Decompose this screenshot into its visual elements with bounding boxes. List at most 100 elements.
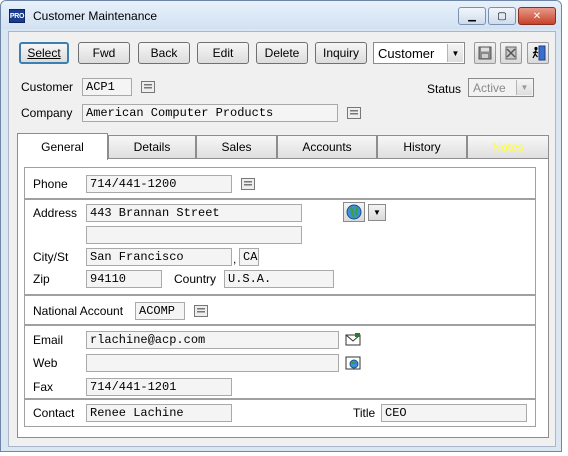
delete-record-button[interactable] xyxy=(500,42,522,64)
fwd-button[interactable]: Fwd xyxy=(78,42,130,64)
tab-details-label: Details xyxy=(133,140,171,154)
national-account-lookup-button[interactable] xyxy=(192,302,210,320)
contact-section: Contact Renee Lachine Title CEO xyxy=(24,399,536,427)
phone-lookup-button[interactable] xyxy=(239,175,257,193)
address-line2-field[interactable] xyxy=(86,226,302,244)
save-button[interactable] xyxy=(474,42,496,64)
client-area: Select Fwd Back Edit Delete Inquiry Cust… xyxy=(8,31,556,447)
close-button[interactable]: ✕ xyxy=(518,7,556,25)
status-select[interactable]: Active ▼ xyxy=(468,78,534,97)
tab-strip: General Details Sales Accounts History N… xyxy=(17,133,549,160)
national-account-section: National Account ACOMP xyxy=(24,295,536,325)
map-button[interactable] xyxy=(343,202,365,222)
lookup-icon xyxy=(241,178,255,190)
lookup-icon xyxy=(141,81,155,93)
national-account-label: National Account xyxy=(33,304,124,318)
minimize-button[interactable]: ▁ xyxy=(458,7,486,25)
tab-general[interactable]: General xyxy=(17,133,108,160)
company-field[interactable]: American Computer Products xyxy=(82,104,338,122)
city-state-separator: , xyxy=(233,252,237,266)
maximize-button[interactable]: ▢ xyxy=(488,7,516,25)
contact-channels-section: Email rlachine@acp.com Web Fax 714/441-1… xyxy=(24,325,536,399)
national-account-field[interactable]: ACOMP xyxy=(135,302,185,320)
app-icon: PRO xyxy=(9,9,25,23)
save-icon xyxy=(478,46,492,60)
email-field[interactable]: rlachine@acp.com xyxy=(86,331,339,349)
tab-accounts-label: Accounts xyxy=(302,140,352,154)
phone-label: Phone xyxy=(33,177,68,191)
email-field-value: rlachine@acp.com xyxy=(90,333,206,347)
phone-field[interactable]: 714/441-1200 xyxy=(86,175,232,193)
close-icon: ✕ xyxy=(532,10,542,22)
lookup-icon xyxy=(194,305,208,317)
contact-field-value: Renee Lachine xyxy=(90,406,184,420)
contact-label: Contact xyxy=(33,406,75,420)
edit-button[interactable]: Edit xyxy=(197,42,249,64)
exit-button[interactable] xyxy=(527,42,549,64)
address-section: Address 443 Brannan Street ▼ City/St San… xyxy=(24,199,536,295)
city-field-value: San Francisco xyxy=(90,250,184,264)
phone-field-value: 714/441-1200 xyxy=(90,177,177,191)
contact-field[interactable]: Renee Lachine xyxy=(86,404,232,422)
delete-record-icon xyxy=(505,46,517,60)
select-button[interactable]: Select xyxy=(19,42,69,64)
exit-icon xyxy=(532,45,546,61)
open-web-button[interactable] xyxy=(344,354,362,372)
tab-sales[interactable]: Sales xyxy=(196,135,277,159)
delete-button[interactable]: Delete xyxy=(256,42,308,64)
tab-history[interactable]: History xyxy=(377,135,467,159)
status-label: Status xyxy=(427,82,462,96)
minimize-icon: ▁ xyxy=(468,10,476,22)
mode-select[interactable]: Customer ▼ xyxy=(373,42,465,64)
title-field[interactable]: CEO xyxy=(381,404,527,422)
address-line1-value: 443 Brannan Street xyxy=(90,206,220,220)
national-account-value: ACOMP xyxy=(139,304,176,318)
email-label: Email xyxy=(33,333,64,347)
status-select-value: Active xyxy=(473,80,506,95)
zip-field[interactable]: 94110 xyxy=(86,270,162,288)
customer-label: Customer xyxy=(21,80,74,94)
state-field-value: CA xyxy=(243,250,258,264)
send-email-button[interactable] xyxy=(344,331,362,349)
state-field[interactable]: CA xyxy=(239,248,259,266)
address-label: Address xyxy=(33,206,78,220)
web-icon xyxy=(345,356,361,370)
window-title: Customer Maintenance xyxy=(33,9,158,23)
fax-label: Fax xyxy=(33,380,54,394)
customer-field[interactable]: ACP1 xyxy=(82,78,132,96)
dropdown-arrow-icon[interactable]: ▼ xyxy=(447,44,463,62)
globe-icon xyxy=(346,204,362,220)
tab-notes[interactable]: Notes xyxy=(467,135,549,159)
tab-sales-label: Sales xyxy=(221,140,252,154)
title-label: Title xyxy=(353,406,376,420)
select-button-label: Select xyxy=(27,46,61,60)
zip-field-value: 94110 xyxy=(90,272,127,286)
lookup-icon xyxy=(347,107,361,119)
tab-details[interactable]: Details xyxy=(108,135,196,159)
back-button-label: Back xyxy=(150,46,178,60)
inquiry-button[interactable]: Inquiry xyxy=(315,42,367,64)
city-field[interactable]: San Francisco xyxy=(86,248,232,266)
company-lookup-button[interactable] xyxy=(345,104,363,122)
company-field-value: American Computer Products xyxy=(86,106,274,120)
title-field-value: CEO xyxy=(385,406,407,420)
inquiry-button-label: Inquiry xyxy=(322,46,360,60)
web-label: Web xyxy=(33,356,58,370)
country-field[interactable]: U.S.A. xyxy=(224,270,334,288)
fax-field[interactable]: 714/441-1201 xyxy=(86,378,232,396)
web-field[interactable] xyxy=(86,354,339,372)
customer-lookup-button[interactable] xyxy=(139,78,157,96)
company-label: Company xyxy=(21,106,73,120)
address-line1-field[interactable]: 443 Brannan Street xyxy=(86,204,302,222)
address-dropdown-button[interactable]: ▼ xyxy=(368,204,386,221)
tab-accounts[interactable]: Accounts xyxy=(277,135,377,159)
country-label: Country xyxy=(174,272,217,286)
email-icon xyxy=(345,333,361,346)
dropdown-arrow-icon[interactable]: ▼ xyxy=(516,80,532,95)
delete-button-label: Delete xyxy=(264,46,300,60)
edit-button-label: Edit xyxy=(212,46,234,60)
zip-label: Zip xyxy=(33,272,50,286)
back-button[interactable]: Back xyxy=(138,42,190,64)
tab-notes-label: Notes xyxy=(492,140,524,154)
chevron-down-icon: ▼ xyxy=(373,208,381,217)
